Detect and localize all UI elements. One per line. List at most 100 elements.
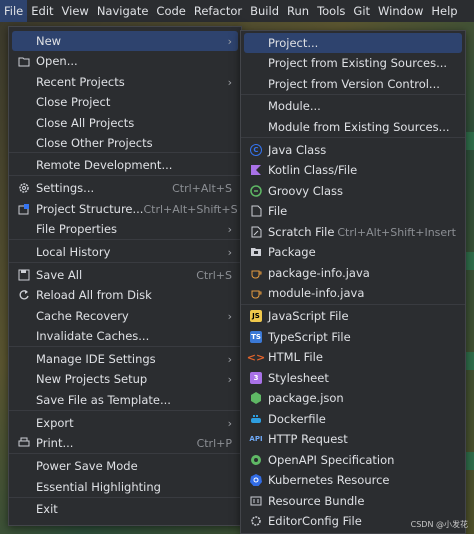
menu-item-label: Export bbox=[36, 416, 74, 430]
menubar-edit[interactable]: Edit bbox=[27, 0, 57, 22]
new-submenu-item-module[interactable]: Module... bbox=[244, 96, 462, 116]
new-submenu-item-html-file[interactable]: <> HTML File bbox=[244, 347, 462, 367]
chevron-right-icon: › bbox=[227, 352, 232, 366]
menu-separator bbox=[241, 94, 465, 95]
javascript-icon: JS bbox=[249, 309, 263, 323]
menu-item-label: Project Structure... bbox=[36, 202, 144, 216]
file-menu-item-manage-ide-settings[interactable]: Manage IDE Settings › bbox=[12, 349, 238, 369]
new-submenu-item-javascript-file[interactable]: JS JavaScript File bbox=[244, 306, 462, 326]
file-menu-item-new-projects-setup[interactable]: New Projects Setup › bbox=[12, 369, 238, 389]
menu-item-label: Exit bbox=[36, 502, 58, 516]
file-menu-item-power-save-mode[interactable]: Power Save Mode bbox=[12, 456, 238, 476]
menubar-code[interactable]: Code bbox=[152, 0, 189, 22]
menu-item-label: New Projects Setup bbox=[36, 372, 148, 386]
menu-item-label: Groovy Class bbox=[268, 184, 343, 198]
menu-item-label: Scratch File bbox=[268, 225, 335, 239]
new-submenu-item-project-from-version-control[interactable]: Project from Version Control... bbox=[244, 74, 462, 94]
menu-item-label: Stylesheet bbox=[268, 371, 329, 385]
menu-item-label: Local History bbox=[36, 245, 111, 259]
file-menu-item-open[interactable]: Open... bbox=[12, 51, 238, 71]
new-submenu-item-dockerfile[interactable]: Dockerfile bbox=[244, 409, 462, 429]
menubar-file[interactable]: File bbox=[0, 0, 28, 22]
new-submenu-item-project-from-existing-sources[interactable]: Project from Existing Sources... bbox=[244, 53, 462, 73]
menu-separator bbox=[9, 152, 241, 153]
file-menu-item-close-all-projects[interactable]: Close All Projects bbox=[12, 113, 238, 133]
new-submenu-item-kubernetes-resource[interactable]: Kubernetes Resource bbox=[244, 470, 462, 490]
menubar-tools[interactable]: Tools bbox=[313, 0, 349, 22]
new-submenu-item-file[interactable]: File bbox=[244, 201, 462, 221]
new-submenu-item-http-request[interactable]: API HTTP Request bbox=[244, 429, 462, 449]
menu-item-label: JavaScript File bbox=[268, 309, 349, 323]
menubar-window[interactable]: Window bbox=[374, 0, 427, 22]
file-menu-item-close-project[interactable]: Close Project bbox=[12, 92, 238, 112]
chevron-right-icon: › bbox=[227, 34, 232, 48]
new-submenu-item-java-class[interactable]: C Java Class bbox=[244, 140, 462, 160]
menu-item-label: Close Project bbox=[36, 95, 111, 109]
menubar-build[interactable]: Build bbox=[246, 0, 283, 22]
menu-item-label: Project... bbox=[268, 36, 319, 50]
file-menu-item-close-other-projects[interactable]: Close Other Projects bbox=[12, 133, 238, 153]
menu-item-label: Reload All from Disk bbox=[36, 288, 152, 302]
new-submenu-item-kotlin-class-file[interactable]: Kotlin Class/File bbox=[244, 160, 462, 180]
file-menu-item-save-file-as-template[interactable]: Save File as Template... bbox=[12, 390, 238, 410]
new-submenu-item-package-json[interactable]: package.json bbox=[244, 388, 462, 408]
file-menu-item-remote-development[interactable]: Remote Development... bbox=[12, 155, 238, 175]
menubar-git[interactable]: Git bbox=[349, 0, 374, 22]
file-menu-item-exit[interactable]: Exit bbox=[12, 499, 238, 519]
menu-item-label: File Properties bbox=[36, 222, 118, 236]
new-submenu-item-stylesheet[interactable]: 3 Stylesheet bbox=[244, 368, 462, 388]
new-submenu-item-scratch-file[interactable]: Scratch File Ctrl+Alt+Shift+Insert bbox=[244, 222, 462, 242]
java-info-icon bbox=[249, 266, 263, 280]
file-menu-item-project-structure[interactable]: Project Structure... Ctrl+Alt+Shift+S bbox=[12, 199, 238, 219]
menu-item-label: Open... bbox=[36, 54, 78, 68]
menu-separator bbox=[241, 304, 465, 305]
new-submenu-item-resource-bundle[interactable]: Resource Bundle bbox=[244, 491, 462, 511]
new-submenu-item-typescript-file[interactable]: TS TypeScript File bbox=[244, 327, 462, 347]
menubar-help[interactable]: Help bbox=[427, 0, 461, 22]
file-menu-item-file-properties[interactable]: File Properties › bbox=[12, 219, 238, 239]
new-submenu-item-module-info-java[interactable]: module-info.java bbox=[244, 283, 462, 303]
menu-item-label: Kotlin Class/File bbox=[268, 163, 358, 177]
menu-item-label: Print... bbox=[36, 436, 74, 450]
chevron-right-icon: › bbox=[227, 309, 232, 323]
save-icon bbox=[17, 268, 31, 282]
file-menu-item-settings[interactable]: Settings... Ctrl+Alt+S bbox=[12, 178, 238, 198]
new-submenu-item-project[interactable]: Project... bbox=[244, 33, 462, 53]
new-submenu-item-openapi-specification[interactable]: OpenAPI Specification bbox=[244, 450, 462, 470]
menubar-refactor[interactable]: Refactor bbox=[190, 0, 246, 22]
new-submenu-item-groovy-class[interactable]: Groovy Class bbox=[244, 181, 462, 201]
menu-item-label: Recent Projects bbox=[36, 75, 125, 89]
java-info-icon bbox=[249, 286, 263, 300]
kotlin-icon bbox=[249, 163, 263, 177]
shortcut-hint: Ctrl+Alt+Shift+Insert bbox=[337, 225, 456, 239]
groovy-icon bbox=[249, 184, 263, 198]
new-submenu-item-package-info-java[interactable]: package-info.java bbox=[244, 263, 462, 283]
menu-item-label: New bbox=[36, 34, 62, 48]
menubar-view[interactable]: View bbox=[58, 0, 93, 22]
file-menu-item-invalidate-caches[interactable]: Invalidate Caches... bbox=[12, 326, 238, 346]
menu-item-label: Save All bbox=[36, 268, 83, 282]
menubar-navigate[interactable]: Navigate bbox=[93, 0, 153, 22]
menu-item-label: package.json bbox=[268, 391, 344, 405]
file-menu-item-essential-highlighting[interactable]: Essential Highlighting bbox=[12, 477, 238, 497]
file-menu-item-new[interactable]: New › bbox=[12, 31, 238, 51]
scratch-file-icon bbox=[249, 225, 263, 239]
file-menu-item-local-history[interactable]: Local History › bbox=[12, 242, 238, 262]
menu-item-label: Remote Development... bbox=[36, 158, 173, 172]
menu-separator bbox=[9, 262, 241, 263]
file-menu-item-cache-recovery[interactable]: Cache Recovery › bbox=[12, 306, 238, 326]
file-menu-item-export[interactable]: Export › bbox=[12, 413, 238, 433]
file-menu-item-reload-all-from-disk[interactable]: Reload All from Disk bbox=[12, 285, 238, 305]
menubar-run[interactable]: Run bbox=[283, 0, 313, 22]
print-icon bbox=[17, 436, 31, 450]
file-menu-item-print[interactable]: Print... Ctrl+P bbox=[12, 433, 238, 453]
java-class-icon: C bbox=[249, 143, 263, 157]
new-submenu-item-module-from-existing-sources[interactable]: Module from Existing Sources... bbox=[244, 117, 462, 137]
file-menu-item-save-all[interactable]: Save All Ctrl+S bbox=[12, 265, 238, 285]
menu-item-label: Settings... bbox=[36, 181, 95, 195]
new-submenu-item-package[interactable]: Package bbox=[244, 242, 462, 262]
file-menu-item-recent-projects[interactable]: Recent Projects › bbox=[12, 72, 238, 92]
package-icon bbox=[249, 245, 263, 259]
nodejs-icon bbox=[249, 391, 263, 405]
shortcut-hint: Ctrl+S bbox=[196, 268, 232, 282]
